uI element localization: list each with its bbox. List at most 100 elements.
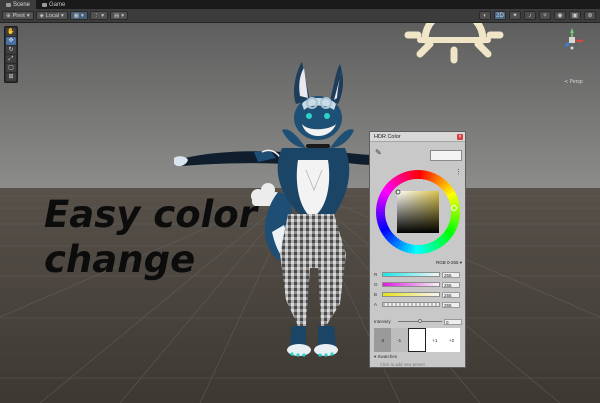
shading-icon: ◐ <box>483 12 487 19</box>
grid-icon: ▦ <box>73 12 79 19</box>
channel-slider-b[interactable] <box>382 292 440 297</box>
tab-game-label: Game <box>49 1 66 8</box>
effects-icon: ✧ <box>542 13 548 19</box>
2d-toggle-button[interactable]: 2D <box>494 11 506 20</box>
hdr-color-title: HDR Color <box>370 132 465 142</box>
channel-field-b[interactable]: 255 <box>442 291 460 298</box>
chevron-down-icon: ▾ <box>101 12 104 19</box>
preset-current[interactable] <box>407 328 427 352</box>
intensity-presets: -2 -1 +1 +2 <box>374 328 460 352</box>
channel-field-g[interactable]: 255 <box>442 281 460 288</box>
channel-label: G <box>374 282 378 287</box>
intensity-knob[interactable] <box>418 319 422 323</box>
eye-icon: ◉ <box>557 13 563 19</box>
preset-label: -1 <box>397 337 402 343</box>
channel-field-r[interactable]: 255 <box>442 271 460 278</box>
rect-icon: ▢ <box>8 65 14 71</box>
increment-snap-button[interactable]: ▤ ▾ <box>110 11 128 20</box>
gizmo-icon: ⊛ <box>587 13 593 19</box>
preset-minus-2[interactable]: -2 <box>374 328 391 352</box>
preset-label: +1 <box>432 337 438 343</box>
intensity-slider[interactable] <box>398 319 442 323</box>
rect-tool-button[interactable]: ▢ <box>6 64 16 72</box>
hue-wheel[interactable] <box>374 168 462 256</box>
snap-button[interactable]: ⋮ ▾ <box>89 11 108 20</box>
pivot-dropdown[interactable]: ⊕ Pivot ▾ <box>2 11 34 20</box>
hidden-objects-toggle[interactable]: ◉ <box>554 11 566 20</box>
channel-row-g: G 255 <box>374 281 464 288</box>
channel-label: B <box>374 292 378 297</box>
move-tool-button[interactable]: ✥ <box>6 37 16 45</box>
channel-slider-g[interactable] <box>382 282 440 287</box>
light-bulb-icon: ✦ <box>512 13 518 19</box>
game-icon <box>42 2 48 7</box>
caption-line-2: change <box>44 238 196 281</box>
local-label: Local <box>45 12 59 19</box>
scale-icon: ⤢ <box>8 56 14 62</box>
preset-label: +2 <box>449 337 455 343</box>
intensity-label: Intensity <box>374 319 391 324</box>
channel-label: R <box>374 272 378 277</box>
eyedropper-button[interactable]: ✎ <box>375 148 382 157</box>
gizmos-button[interactable]: ⊛ <box>584 11 596 20</box>
2d-icon: 2D <box>496 12 504 19</box>
grid-toggle-button[interactable]: ▦ ▾ <box>69 11 88 20</box>
color-mode-dropdown[interactable]: RGB 0-255 ▾ <box>428 260 462 267</box>
channel-label: A <box>374 302 378 307</box>
swatches-foldout[interactable]: ▾ Swatches <box>374 354 397 360</box>
channel-slider-r[interactable] <box>382 272 440 277</box>
projection-label[interactable]: ≺ Persp <box>564 79 583 85</box>
scale-tool-button[interactable]: ⤢ <box>6 55 16 63</box>
chevron-down-icon: ▾ <box>121 12 124 19</box>
increment-icon: ▤ <box>114 12 120 19</box>
chevron-down-icon: ▾ <box>459 260 462 265</box>
draw-mode-button[interactable]: ◐ <box>479 11 491 20</box>
swatches-label: Swatches <box>377 354 398 359</box>
pivot-label: Pivot <box>12 12 25 19</box>
channel-slider-a[interactable] <box>382 302 440 307</box>
preset-minus-1[interactable]: -1 <box>390 328 408 352</box>
rotate-tool-button[interactable]: ↻ <box>6 46 16 54</box>
hdr-color-window: HDR Color × ✎ ⋮ RGB 0-255 ▾ R 255 G 255 … <box>369 131 466 368</box>
pivot-icon: ⊕ <box>6 12 11 19</box>
rotate-icon: ↻ <box>8 47 14 53</box>
camera-settings-button[interactable]: ▣ <box>569 11 581 20</box>
caption-line-1: Easy color <box>44 193 257 236</box>
chevron-down-icon: ▾ <box>80 12 84 19</box>
speaker-icon: ♪ <box>528 12 532 19</box>
close-icon: × <box>458 134 462 140</box>
hand-tool-button[interactable]: ✋ <box>6 28 16 36</box>
intensity-field[interactable]: 0 <box>444 318 462 325</box>
preset-plus-2[interactable]: +2 <box>443 328 460 352</box>
scene-toolbar: ⊕ Pivot ▾ ◈ Local ▾ ▦ ▾ ⋮ ▾ ▤ ▾ ◐ 2D ✦ ♪ ✧ … <box>0 9 600 23</box>
scene-icon <box>6 2 11 7</box>
channel-field-a[interactable]: 255 <box>442 301 460 308</box>
sv-shade <box>397 191 439 233</box>
tool-palette: ✋ ✥ ↻ ⤢ ▢ ⊞ <box>4 26 18 83</box>
camera-icon: ▣ <box>572 13 578 19</box>
tab-scene-label: Scene <box>13 1 31 8</box>
local-dropdown[interactable]: ◈ Local ▾ <box>35 11 68 20</box>
channel-row-a: A 255 <box>374 301 464 308</box>
preset-plus-1[interactable]: +1 <box>426 328 444 352</box>
transform-icon: ⊞ <box>8 74 14 80</box>
chevron-down-icon: ▾ <box>374 354 377 359</box>
window-tab-bar: Scene Game <box>0 0 600 9</box>
chevron-down-icon: ▾ <box>26 12 30 19</box>
lighting-toggle[interactable]: ✦ <box>509 11 521 20</box>
effects-toggle[interactable]: ✧ <box>539 11 551 20</box>
tab-scene[interactable]: Scene <box>0 0 37 9</box>
snap-icon: ⋮ <box>93 12 100 19</box>
channel-row-b: B 255 <box>374 291 464 298</box>
chevron-down-icon: ▾ <box>61 12 64 19</box>
transform-tool-button[interactable]: ⊞ <box>6 73 16 81</box>
tab-game[interactable]: Game <box>36 0 71 9</box>
swatches-hint[interactable]: Click to add new preset <box>380 362 425 367</box>
preset-label: -2 <box>380 337 385 343</box>
move-icon: ✥ <box>8 38 14 44</box>
audio-toggle[interactable]: ♪ <box>524 11 536 20</box>
close-button[interactable]: × <box>457 134 463 140</box>
local-icon: ◈ <box>39 12 44 19</box>
eyedropper-icon: ✎ <box>375 148 382 157</box>
color-mode-label: RGB 0-255 <box>435 260 459 265</box>
